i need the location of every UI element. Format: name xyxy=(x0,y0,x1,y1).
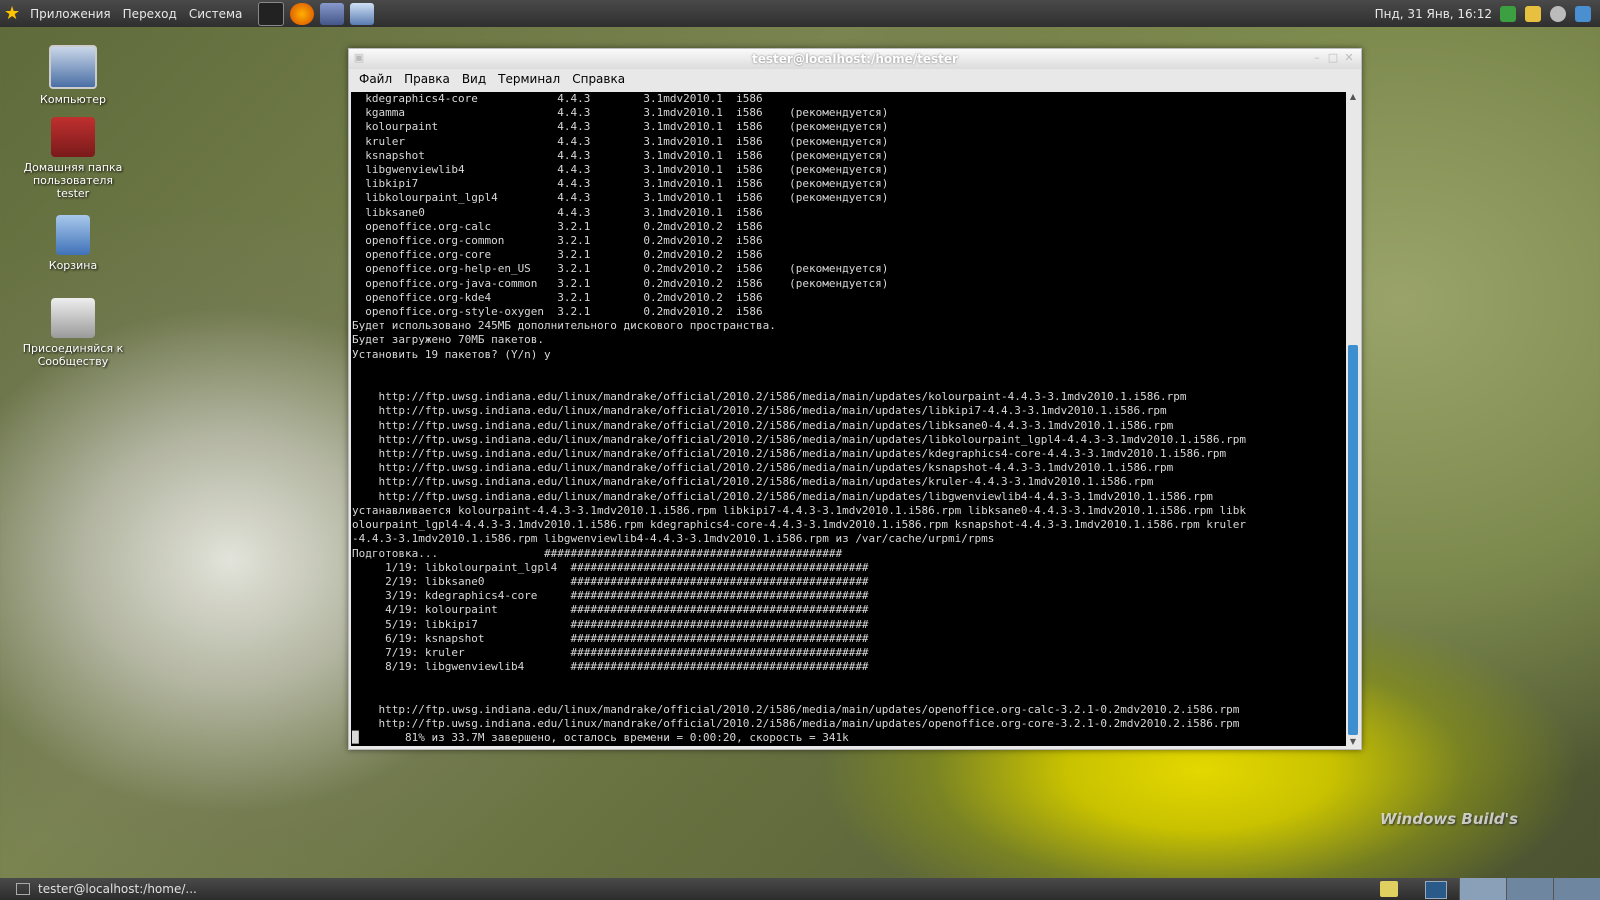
scroll-down-icon[interactable]: ▼ xyxy=(1347,737,1359,746)
menu-terminal[interactable]: Терминал xyxy=(492,72,566,86)
menu-places[interactable]: Переход xyxy=(117,7,183,21)
desktop-icon-community[interactable]: Присоединяйся к Сообществу xyxy=(18,298,128,368)
volume-icon[interactable] xyxy=(1550,5,1566,22)
workspace-1[interactable] xyxy=(1459,878,1506,900)
community-icon xyxy=(51,298,95,338)
menu-view[interactable]: Вид xyxy=(456,72,492,86)
terminal-task-icon xyxy=(16,883,30,895)
close-icon[interactable]: ✕ xyxy=(1343,52,1355,64)
maximize-icon[interactable]: □ xyxy=(1327,52,1339,64)
trash-icon xyxy=(56,215,90,255)
terminal-scrollbar[interactable]: ▲ ▼ xyxy=(1347,92,1359,746)
desktop-icon-label: Компьютер xyxy=(40,93,106,106)
desktop-icon-trash[interactable]: Корзина xyxy=(18,215,128,272)
minimize-icon[interactable]: – xyxy=(1311,52,1323,64)
terminal-window: ▣ tester@localhost:/home/tester – □ ✕ Фа… xyxy=(348,48,1362,750)
show-desktop-icon[interactable] xyxy=(1425,881,1447,899)
watermark: Windows Build's xyxy=(1380,810,1519,828)
update-icon[interactable] xyxy=(1500,5,1516,22)
system-tray: Пнд, 31 Янв, 16:12 xyxy=(1375,0,1600,27)
network-launcher-icon[interactable] xyxy=(350,2,375,25)
scroll-up-icon[interactable]: ▲ xyxy=(1347,92,1359,101)
top-menu: Приложения Переход Система xyxy=(24,0,248,27)
menu-file[interactable]: Файл xyxy=(353,72,398,86)
taskbar-item-terminal[interactable]: tester@localhost:/home/... xyxy=(16,880,197,898)
window-menubar: Файл Правка Вид Терминал Справка xyxy=(349,69,1361,89)
terminal-area[interactable]: kdegraphics4-core 4.4.3 3.1mdv2010.1 i58… xyxy=(351,92,1346,746)
window-titlebar[interactable]: ▣ tester@localhost:/home/tester – □ ✕ xyxy=(349,49,1361,69)
workspace-2[interactable] xyxy=(1506,878,1553,900)
applications-star-icon[interactable]: ★ xyxy=(4,3,20,24)
menu-edit[interactable]: Правка xyxy=(398,72,456,86)
menu-applications[interactable]: Приложения xyxy=(24,7,117,21)
menu-system[interactable]: Система xyxy=(183,7,249,21)
workspace-3[interactable] xyxy=(1553,878,1600,900)
desktop-icon-label: Присоединяйся к Сообществу xyxy=(22,342,124,368)
bottom-panel: tester@localhost:/home/... xyxy=(0,878,1600,900)
notification-icon[interactable] xyxy=(1525,5,1541,22)
menu-help[interactable]: Справка xyxy=(566,72,631,86)
top-panel: ★ Приложения Переход Система Пнд, 31 Янв… xyxy=(0,0,1600,27)
desktop-icon-computer[interactable]: Компьютер xyxy=(18,45,128,106)
window-menu-icon[interactable]: ▣ xyxy=(353,52,365,64)
desktop-icon-home[interactable]: Домашняя папка пользователя tester xyxy=(18,117,128,200)
terminal-output: kdegraphics4-core 4.4.3 3.1mdv2010.1 i58… xyxy=(352,92,1247,745)
desktop-icon-label: Домашняя папка пользователя tester xyxy=(23,161,123,200)
terminal-launcher-icon[interactable] xyxy=(258,1,285,26)
firefox-launcher-icon[interactable] xyxy=(290,2,315,25)
home-folder-icon xyxy=(51,117,95,157)
clock[interactable]: Пнд, 31 Янв, 16:12 xyxy=(1375,7,1492,21)
mail-launcher-icon[interactable] xyxy=(320,2,345,25)
window-title: tester@localhost:/home/tester xyxy=(752,52,958,66)
desktop-icon-label: Корзина xyxy=(48,259,98,272)
scrollbar-thumb[interactable] xyxy=(1348,345,1358,735)
applet-icon[interactable] xyxy=(1380,881,1398,897)
taskbar-item-label: tester@localhost:/home/... xyxy=(38,882,197,896)
computer-icon xyxy=(49,45,97,89)
network-status-icon[interactable] xyxy=(1575,5,1591,22)
